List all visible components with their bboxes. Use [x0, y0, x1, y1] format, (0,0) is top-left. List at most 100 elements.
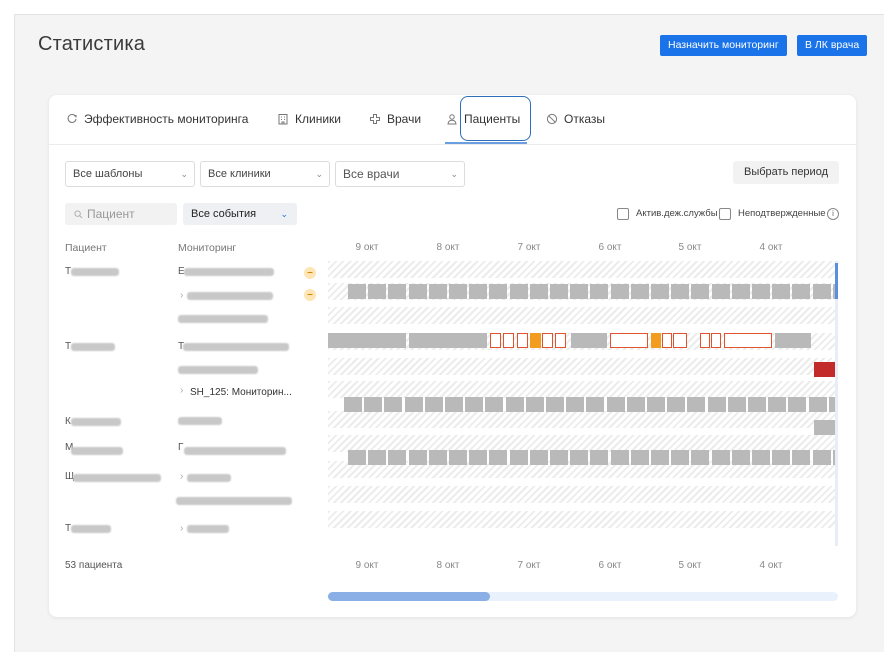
- info-icon[interactable]: i: [827, 208, 839, 220]
- event-block[interactable]: [792, 284, 811, 299]
- event-block[interactable]: [368, 284, 387, 299]
- chevron-right-icon[interactable]: ›: [180, 523, 183, 534]
- event-block[interactable]: [731, 450, 750, 465]
- event-block[interactable]: [509, 284, 528, 299]
- events-select[interactable]: Все события ⌄: [183, 203, 297, 225]
- alert-block[interactable]: [555, 333, 566, 348]
- event-block[interactable]: [671, 450, 690, 465]
- event-block[interactable]: [546, 397, 564, 412]
- tab-monitoring-efficiency[interactable]: Эффективность мониторинга: [66, 112, 248, 126]
- event-block[interactable]: [571, 333, 607, 348]
- event-block[interactable]: [449, 284, 467, 299]
- event-block[interactable]: [812, 284, 831, 299]
- event-block[interactable]: [772, 450, 791, 465]
- event-block[interactable]: [489, 450, 508, 465]
- event-block[interactable]: [424, 397, 443, 412]
- event-block[interactable]: [525, 397, 544, 412]
- event-block[interactable]: [550, 450, 568, 465]
- event-block[interactable]: [388, 450, 407, 465]
- event-block[interactable]: [445, 397, 463, 412]
- clinics-select[interactable]: Все клиники ⌄: [200, 161, 330, 187]
- tab-clinics[interactable]: Клиники: [277, 112, 341, 126]
- chevron-right-icon[interactable]: ›: [180, 471, 183, 482]
- event-block[interactable]: [647, 397, 665, 412]
- event-block[interactable]: [768, 397, 787, 412]
- event-block[interactable]: [428, 284, 447, 299]
- event-block[interactable]: [792, 450, 811, 465]
- event-block[interactable]: [630, 450, 649, 465]
- event-block[interactable]: [808, 397, 827, 412]
- monitoring-label[interactable]: SH_125: Мониторин...: [190, 387, 292, 398]
- event-block[interactable]: [388, 284, 407, 299]
- alert-block[interactable]: [673, 333, 687, 348]
- event-block[interactable]: [348, 284, 366, 299]
- event-block[interactable]: [630, 284, 649, 299]
- event-block[interactable]: [731, 284, 750, 299]
- event-block[interactable]: [344, 397, 362, 412]
- event-block[interactable]: [368, 450, 387, 465]
- warning-block[interactable]: [530, 333, 541, 348]
- collapse-minus-icon[interactable]: –: [304, 289, 316, 301]
- doctor-cabinet-button[interactable]: В ЛК врача: [797, 35, 868, 56]
- event-block[interactable]: [550, 284, 568, 299]
- event-block[interactable]: [775, 333, 811, 348]
- event-block[interactable]: [590, 450, 609, 465]
- event-block[interactable]: [748, 397, 766, 412]
- warning-block[interactable]: [651, 333, 661, 348]
- vertical-scrollbar-thumb[interactable]: [835, 263, 838, 299]
- collapse-minus-icon[interactable]: –: [304, 267, 316, 279]
- event-block[interactable]: [485, 397, 504, 412]
- alert-block[interactable]: [724, 333, 772, 348]
- event-block[interactable]: [752, 450, 770, 465]
- event-block[interactable]: [590, 284, 609, 299]
- event-block[interactable]: [671, 284, 690, 299]
- alert-block[interactable]: [711, 333, 721, 348]
- event-block[interactable]: [409, 333, 487, 348]
- event-block[interactable]: [812, 450, 831, 465]
- event-block[interactable]: [384, 397, 403, 412]
- horizontal-scrollbar-thumb[interactable]: [328, 592, 490, 601]
- event-block[interactable]: [328, 333, 406, 348]
- patient-search-input[interactable]: Пациент: [65, 203, 177, 225]
- event-block[interactable]: [606, 397, 625, 412]
- select-period-button[interactable]: Выбрать период: [733, 161, 839, 184]
- event-block[interactable]: [570, 284, 589, 299]
- event-block[interactable]: [509, 450, 528, 465]
- event-block[interactable]: [364, 397, 383, 412]
- event-block[interactable]: [691, 284, 710, 299]
- event-block[interactable]: [691, 450, 710, 465]
- event-block[interactable]: [651, 450, 669, 465]
- event-block[interactable]: [667, 397, 686, 412]
- event-block[interactable]: [469, 450, 488, 465]
- event-block[interactable]: [529, 450, 548, 465]
- tab-refusals[interactable]: Отказы: [546, 112, 605, 126]
- event-block[interactable]: [449, 450, 467, 465]
- templates-select[interactable]: Все шаблоны ⌄: [65, 161, 195, 187]
- event-block[interactable]: [529, 284, 548, 299]
- alert-block[interactable]: [490, 333, 501, 348]
- alert-block[interactable]: [700, 333, 710, 348]
- event-block[interactable]: [489, 284, 508, 299]
- alert-block[interactable]: [610, 333, 648, 348]
- event-block[interactable]: [408, 284, 427, 299]
- event-block[interactable]: [505, 397, 524, 412]
- vertical-scrollbar-track[interactable]: [835, 261, 838, 546]
- event-block[interactable]: [772, 284, 791, 299]
- event-block[interactable]: [651, 284, 669, 299]
- event-block[interactable]: [566, 397, 585, 412]
- event-block[interactable]: [610, 284, 629, 299]
- event-block[interactable]: [727, 397, 746, 412]
- event-block[interactable]: [687, 397, 706, 412]
- doctors-select[interactable]: Все врачи ⌄: [335, 161, 465, 187]
- event-block[interactable]: [788, 397, 807, 412]
- event-block[interactable]: [570, 450, 589, 465]
- event-block[interactable]: [626, 397, 645, 412]
- event-block[interactable]: [428, 450, 447, 465]
- assign-monitoring-button[interactable]: Назначить мониторинг: [660, 35, 787, 56]
- tab-doctors[interactable]: Врачи: [369, 112, 421, 126]
- chevron-right-icon[interactable]: ›: [180, 385, 183, 396]
- event-block[interactable]: [348, 450, 366, 465]
- event-block[interactable]: [707, 397, 726, 412]
- event-block[interactable]: [404, 397, 423, 412]
- event-block[interactable]: [408, 450, 427, 465]
